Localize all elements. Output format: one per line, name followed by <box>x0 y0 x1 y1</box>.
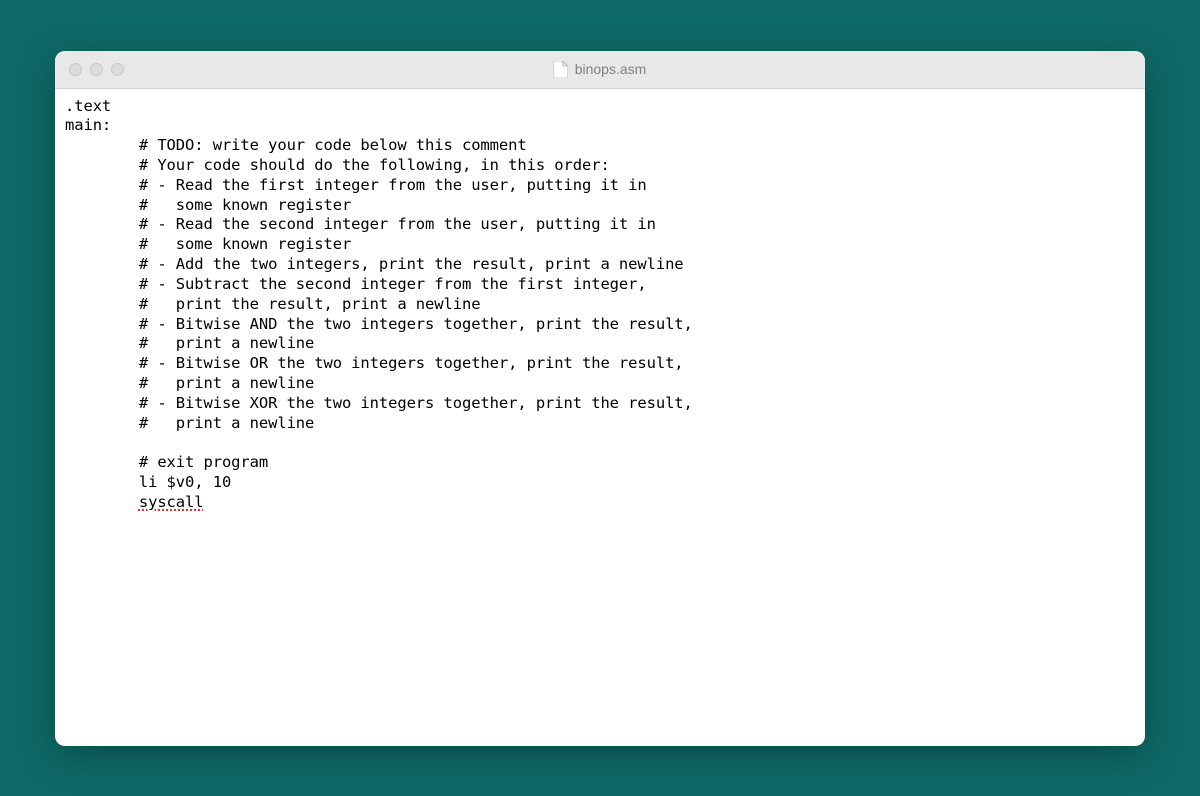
window-title: binops.asm <box>575 61 647 77</box>
code-line: # - Read the first integer from the user… <box>65 176 647 194</box>
code-line: .text <box>65 97 111 115</box>
title-area: binops.asm <box>554 61 647 78</box>
code-line: # exit program <box>65 453 268 471</box>
code-line: # - Read the second integer from the use… <box>65 215 656 233</box>
code-line: # - Add the two integers, print the resu… <box>65 255 684 273</box>
code-line: # print a newline <box>65 374 314 392</box>
code-line: # some known register <box>65 196 351 214</box>
file-icon <box>554 61 568 78</box>
code-line: # print a newline <box>65 414 314 432</box>
code-line: # - Bitwise XOR the two integers togethe… <box>65 394 693 412</box>
maximize-button[interactable] <box>111 63 124 76</box>
code-line: li $v0, 10 <box>65 473 231 491</box>
spellcheck-word: syscall <box>139 493 204 511</box>
code-line: main: <box>65 116 111 134</box>
minimize-button[interactable] <box>90 63 103 76</box>
traffic-lights <box>69 63 124 76</box>
code-line: # - Subtract the second integer from the… <box>65 275 647 293</box>
titlebar[interactable]: binops.asm <box>55 51 1145 89</box>
editor-window: binops.asm .text main: # TODO: write you… <box>55 51 1145 746</box>
code-line: # TODO: write your code below this comme… <box>65 136 527 154</box>
code-line: # Your code should do the following, in … <box>65 156 610 174</box>
editor-content[interactable]: .text main: # TODO: write your code belo… <box>55 89 1145 746</box>
code-line-prefix <box>65 493 139 511</box>
code-line: # - Bitwise AND the two integers togethe… <box>65 315 693 333</box>
code-line: # - Bitwise OR the two integers together… <box>65 354 684 372</box>
code-line: # some known register <box>65 235 351 253</box>
code-line: # print the result, print a newline <box>65 295 480 313</box>
code-line: # print a newline <box>65 334 314 352</box>
close-button[interactable] <box>69 63 82 76</box>
